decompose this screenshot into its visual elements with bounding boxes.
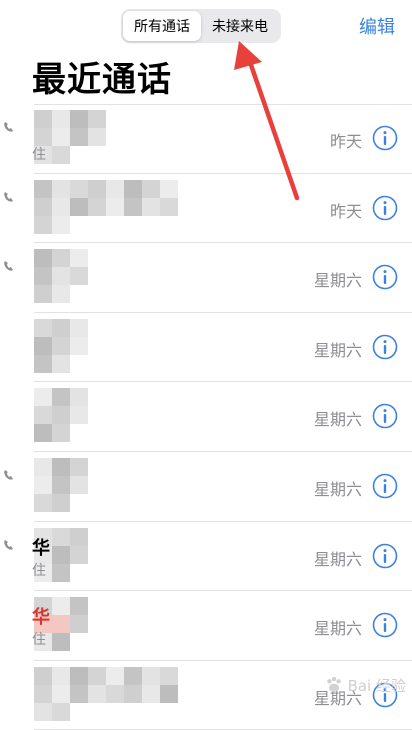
call-row[interactable]: 昨天: [0, 174, 412, 244]
info-icon[interactable]: [372, 473, 398, 499]
call-row[interactable]: 星期六: [0, 382, 412, 452]
info-icon[interactable]: [372, 264, 398, 290]
info-icon[interactable]: [372, 334, 398, 360]
call-time: 星期六: [313, 479, 362, 499]
call-filter-segmented-control[interactable]: 所有通话 未接来电: [121, 9, 281, 43]
call-time: 星期六: [313, 619, 362, 639]
info-icon[interactable]: [372, 543, 398, 569]
edit-button[interactable]: 编辑: [359, 13, 395, 39]
info-icon[interactable]: [372, 195, 398, 221]
contact-subtitle: 住: [32, 147, 46, 163]
call-row[interactable]: 星期六: [0, 243, 412, 313]
call-time: 昨天: [329, 201, 362, 221]
watermark: Bai 经验: [323, 674, 406, 696]
contact-name: 华: [32, 537, 50, 559]
call-time: 星期六: [313, 340, 362, 360]
call-time: 星期六: [313, 549, 362, 569]
outgoing-call-icon: [4, 469, 13, 480]
segment-missed-calls[interactable]: 未接来电: [201, 11, 279, 41]
segment-all-calls[interactable]: 所有通话: [123, 11, 201, 41]
watermark-text: Bai 经验: [347, 676, 406, 695]
call-time: 星期六: [313, 271, 362, 291]
call-row[interactable]: 华住 星期六: [0, 522, 412, 592]
page-title: 最近通话: [32, 60, 172, 100]
call-time: 星期六: [313, 410, 362, 430]
call-row[interactable]: 华住 星期六: [0, 591, 412, 661]
outgoing-call-icon: [4, 539, 13, 550]
contact-subtitle: 住: [32, 562, 46, 579]
call-row[interactable]: 住 昨天: [0, 104, 412, 174]
recent-calls-list: 住昨天 昨天 星期六 星期六 星期六 星期六华住星期六华住星期六 星期六: [0, 104, 412, 730]
contact-name: 华: [32, 607, 50, 629]
paw-logo-icon: [326, 676, 341, 692]
outgoing-call-icon: [4, 261, 13, 271]
contact-subtitle: 住: [32, 632, 46, 649]
call-row[interactable]: 星期六: [0, 313, 412, 383]
outgoing-call-icon: [4, 122, 13, 132]
info-icon[interactable]: [372, 125, 398, 151]
info-icon[interactable]: [372, 403, 398, 429]
outgoing-call-icon: [4, 191, 13, 202]
call-time: 昨天: [329, 132, 362, 151]
info-icon[interactable]: [372, 612, 398, 638]
call-row[interactable]: 星期六: [0, 452, 412, 522]
